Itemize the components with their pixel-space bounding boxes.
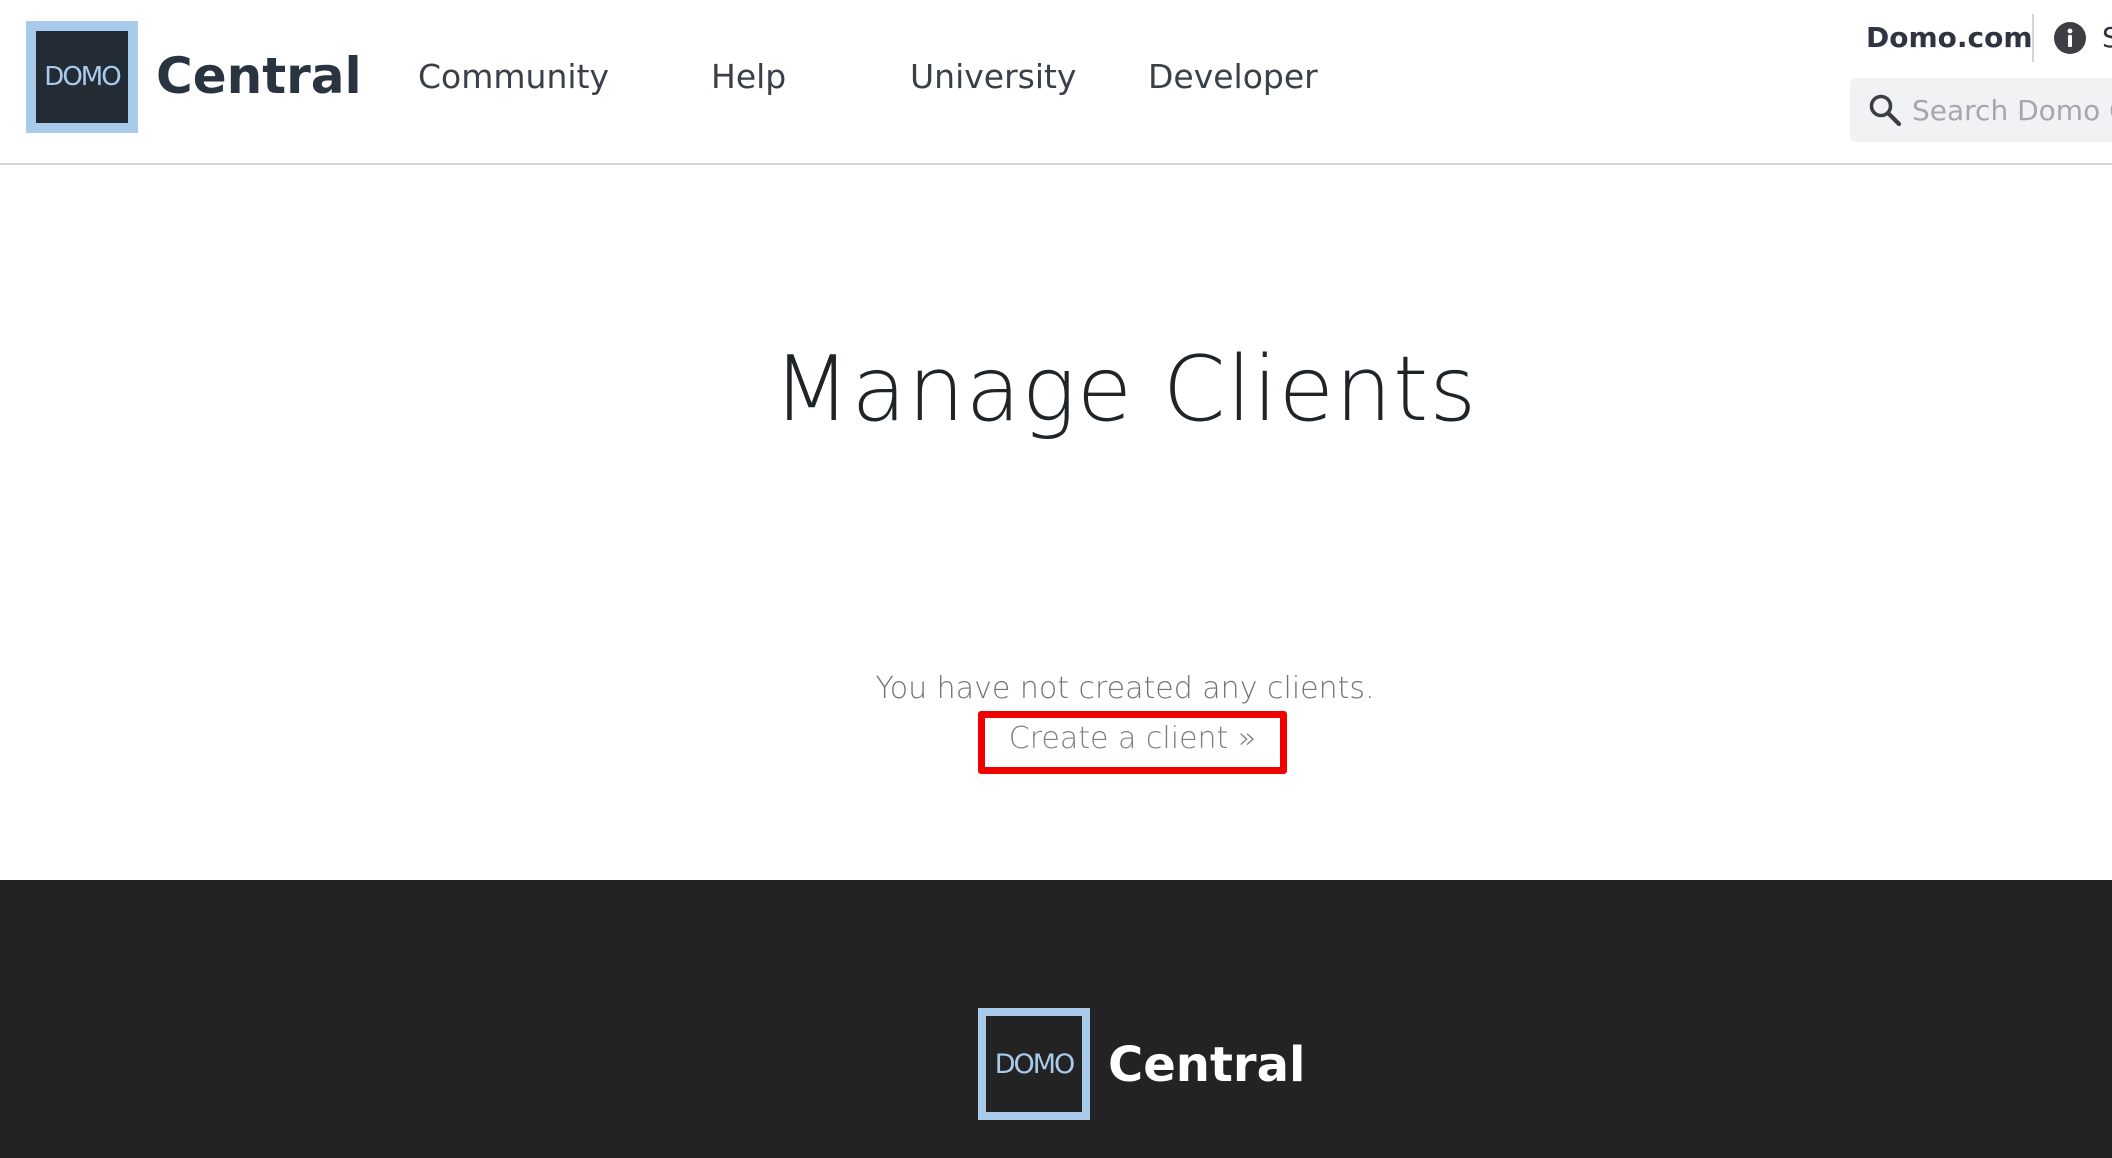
create-client-link[interactable]: Create a client »: [978, 711, 1287, 774]
footer-brand-title: Central: [1108, 1037, 1306, 1093]
site-footer: DOMO Central: [0, 880, 2112, 1158]
search-icon: [1869, 94, 1902, 127]
empty-state-message: You have not created any clients.: [875, 671, 1375, 706]
domo-com-link[interactable]: Domo.com: [1866, 18, 2033, 58]
page-title: Manage Clients: [772, 337, 1478, 442]
header-divider: [2032, 14, 2034, 62]
nav-developer[interactable]: Developer: [1148, 54, 1318, 100]
nav-help[interactable]: Help: [711, 54, 786, 100]
footer-domo-logo[interactable]: DOMO: [978, 1008, 1090, 1120]
nav-community[interactable]: Community: [418, 54, 609, 100]
brand-title[interactable]: Central: [156, 44, 362, 108]
domo-logo-text: DOMO: [36, 31, 128, 123]
search-bar[interactable]: [1850, 78, 2112, 142]
info-icon[interactable]: [2054, 22, 2086, 54]
info-trailing-text[interactable]: S: [2102, 18, 2112, 58]
search-input[interactable]: [1912, 78, 2112, 142]
nav-university[interactable]: University: [910, 54, 1076, 100]
domo-logo[interactable]: DOMO: [26, 21, 138, 133]
footer-logo-text: DOMO: [986, 1016, 1082, 1112]
site-header: DOMO Central Community Help University D…: [0, 0, 2112, 165]
